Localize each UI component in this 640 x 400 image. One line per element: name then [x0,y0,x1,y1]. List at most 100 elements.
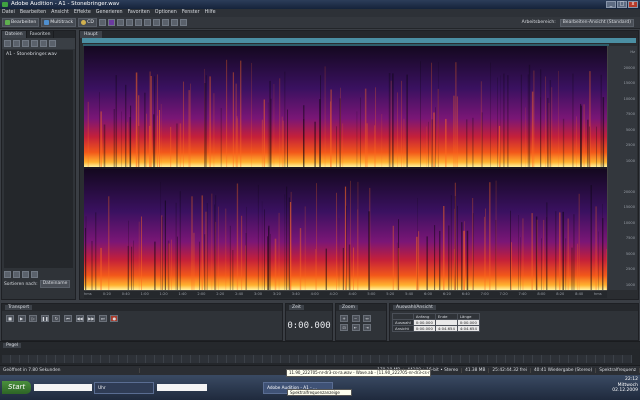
selection-title: Auswahl/Ansicht [393,305,436,310]
play-file-icon[interactable] [31,40,38,47]
autoplay-icon[interactable] [49,40,56,47]
time-label: 4:20 [329,292,338,296]
level-meter [2,355,632,363]
sort-select[interactable]: Dateiname [39,280,71,288]
spectral-pan-icon[interactable] [116,19,124,26]
play-to-end-icon[interactable]: ▷ [29,315,38,322]
tab-files[interactable]: Dateien [2,31,27,38]
show-midi-icon[interactable] [31,271,38,278]
status-duration: 25:42:44.32 frei [489,368,531,373]
show-audio-icon[interactable] [4,271,11,278]
time-label: 6:20 [442,292,451,296]
close-file-icon[interactable] [13,40,20,47]
zoom-left-icon[interactable]: ⇤ [351,324,360,331]
zoom-panel: Zoom + − ↔ ⊡ ⇤ ⇥ [335,303,387,341]
time-label: 1:20 [159,292,168,296]
show-video-icon[interactable] [22,271,29,278]
time-label: 4:00 [310,292,319,296]
zoom-full-icon[interactable]: ↔ [363,315,372,322]
move-icon[interactable] [170,19,178,26]
menu-fenster[interactable]: Fenster [182,9,200,17]
menu-ansicht[interactable]: Ansicht [51,9,69,17]
minimize-button[interactable]: _ [606,1,616,8]
record-icon[interactable]: ● [110,315,119,322]
time-label: 1:40 [178,292,187,296]
multitrack-view-button[interactable]: Multitrack [41,18,77,27]
time-label: 2:00 [197,292,206,296]
spectrogram [84,46,607,290]
forward-icon[interactable]: ▶▶ [87,315,96,322]
lasso-icon[interactable] [152,19,160,26]
menu-favoriten[interactable]: Favoriten [128,9,150,17]
freq-label: 20000 [623,65,635,70]
rewind-icon[interactable]: ◀◀ [75,315,84,322]
menu-bar: Datei Bearbeiten Ansicht Effekte Generie… [0,9,640,17]
edit-view-button[interactable]: Bearbeiten [2,18,40,27]
transport-panel: Transport ■ ▶ ▷ ❚❚ ↻ ⏮ ◀◀ ▶▶ ⏭ ● [1,303,283,341]
skip-back-icon[interactable]: ⏮ [63,315,72,322]
time-label: 6:40 [461,292,470,296]
sel-length-field[interactable]: 0:00.000 [456,319,480,326]
brush-icon[interactable] [161,19,169,26]
view-end-field[interactable]: 4:04.654 [434,325,458,332]
tab-main[interactable]: Haupt [80,31,102,38]
time-select-icon[interactable] [134,19,142,26]
files-toolbar [2,38,75,49]
skip-forward-icon[interactable]: ⏭ [98,315,107,322]
zoom-right-icon[interactable]: ⇥ [363,324,372,331]
menu-effekte[interactable]: Effekte [74,9,91,17]
view-start-field[interactable]: 0:00.000 [412,325,436,332]
taskbar-input[interactable] [157,384,208,391]
window-title: Adobe Audition - A1 - Stonebringer.wav [11,1,120,7]
quick-launch-field[interactable] [34,384,93,391]
title-bar: Adobe Audition - A1 - Stonebringer.wav _… [0,0,640,9]
freq-label: 20000 [623,189,635,194]
zoom-selection-icon[interactable]: ⊡ [340,324,348,331]
cd-view-button[interactable]: CD [78,18,97,27]
menu-hilfe[interactable]: Hilfe [205,9,216,17]
loop-play-icon[interactable]: ↻ [52,315,61,322]
scrub-icon[interactable] [179,19,187,26]
menu-generieren[interactable]: Generieren [96,9,123,17]
pause-icon[interactable]: ❚❚ [40,315,49,322]
tab-favorites[interactable]: Favoriten [27,31,55,38]
sel-start-field[interactable]: 0:00.000 [412,319,436,326]
stop-icon[interactable]: ■ [6,315,14,322]
menu-datei[interactable]: Datei [2,9,15,17]
spectral-view-icon[interactable] [107,19,115,26]
freq-label: 10000 [623,96,635,101]
time-label: 8:40 [575,292,584,296]
time-label: 8:20 [556,292,565,296]
close-button[interactable]: x [628,1,638,8]
marquee-icon[interactable] [143,19,151,26]
play-icon[interactable]: ▶ [17,315,26,322]
taskbar-folder[interactable]: Uhr [94,381,155,394]
view-length-field[interactable]: 4:04.654 [456,325,480,332]
list-item[interactable]: A1 - Stonebringer.wav [6,52,71,57]
time-label: 2:40 [235,292,244,296]
spectral-display[interactable] [84,46,607,290]
taskbar: Start Uhr Adobe Audition - A1 - ... 22:1… [0,375,640,400]
overview-bar[interactable] [82,38,636,43]
cd-icon [81,20,87,25]
menu-bearbeiten[interactable]: Bearbeiten [20,9,46,17]
start-button[interactable]: Start [2,381,32,394]
edit-view-label: Bearbeiten [11,20,37,25]
zoom-out-icon[interactable]: − [351,315,360,322]
editor-panel: Haupt Hz 20000 15000 10000 7500 5000 2500 1000 [79,30,639,300]
system-tray: 22:12 Mittwoch 02.12.2009 [612,377,638,394]
workspace-select[interactable]: Bearbeiten-Ansicht (Standard) [559,18,634,27]
waveform-view-icon[interactable] [98,19,106,26]
freq-label: 7500 [625,236,635,240]
time-label: 4:40 [348,292,357,296]
freq-label: 2500 [625,267,635,271]
menu-optionen[interactable]: Optionen [155,9,177,17]
show-loops-icon[interactable] [13,271,20,278]
import-icon[interactable] [4,40,11,47]
loop-icon[interactable] [40,40,47,47]
zoom-in-icon[interactable]: + [340,315,348,322]
maximize-button[interactable]: □ [617,1,627,8]
time-label: 8:00 [537,292,546,296]
spectral-phase-icon[interactable] [125,19,133,26]
insert-icon[interactable] [22,40,29,47]
